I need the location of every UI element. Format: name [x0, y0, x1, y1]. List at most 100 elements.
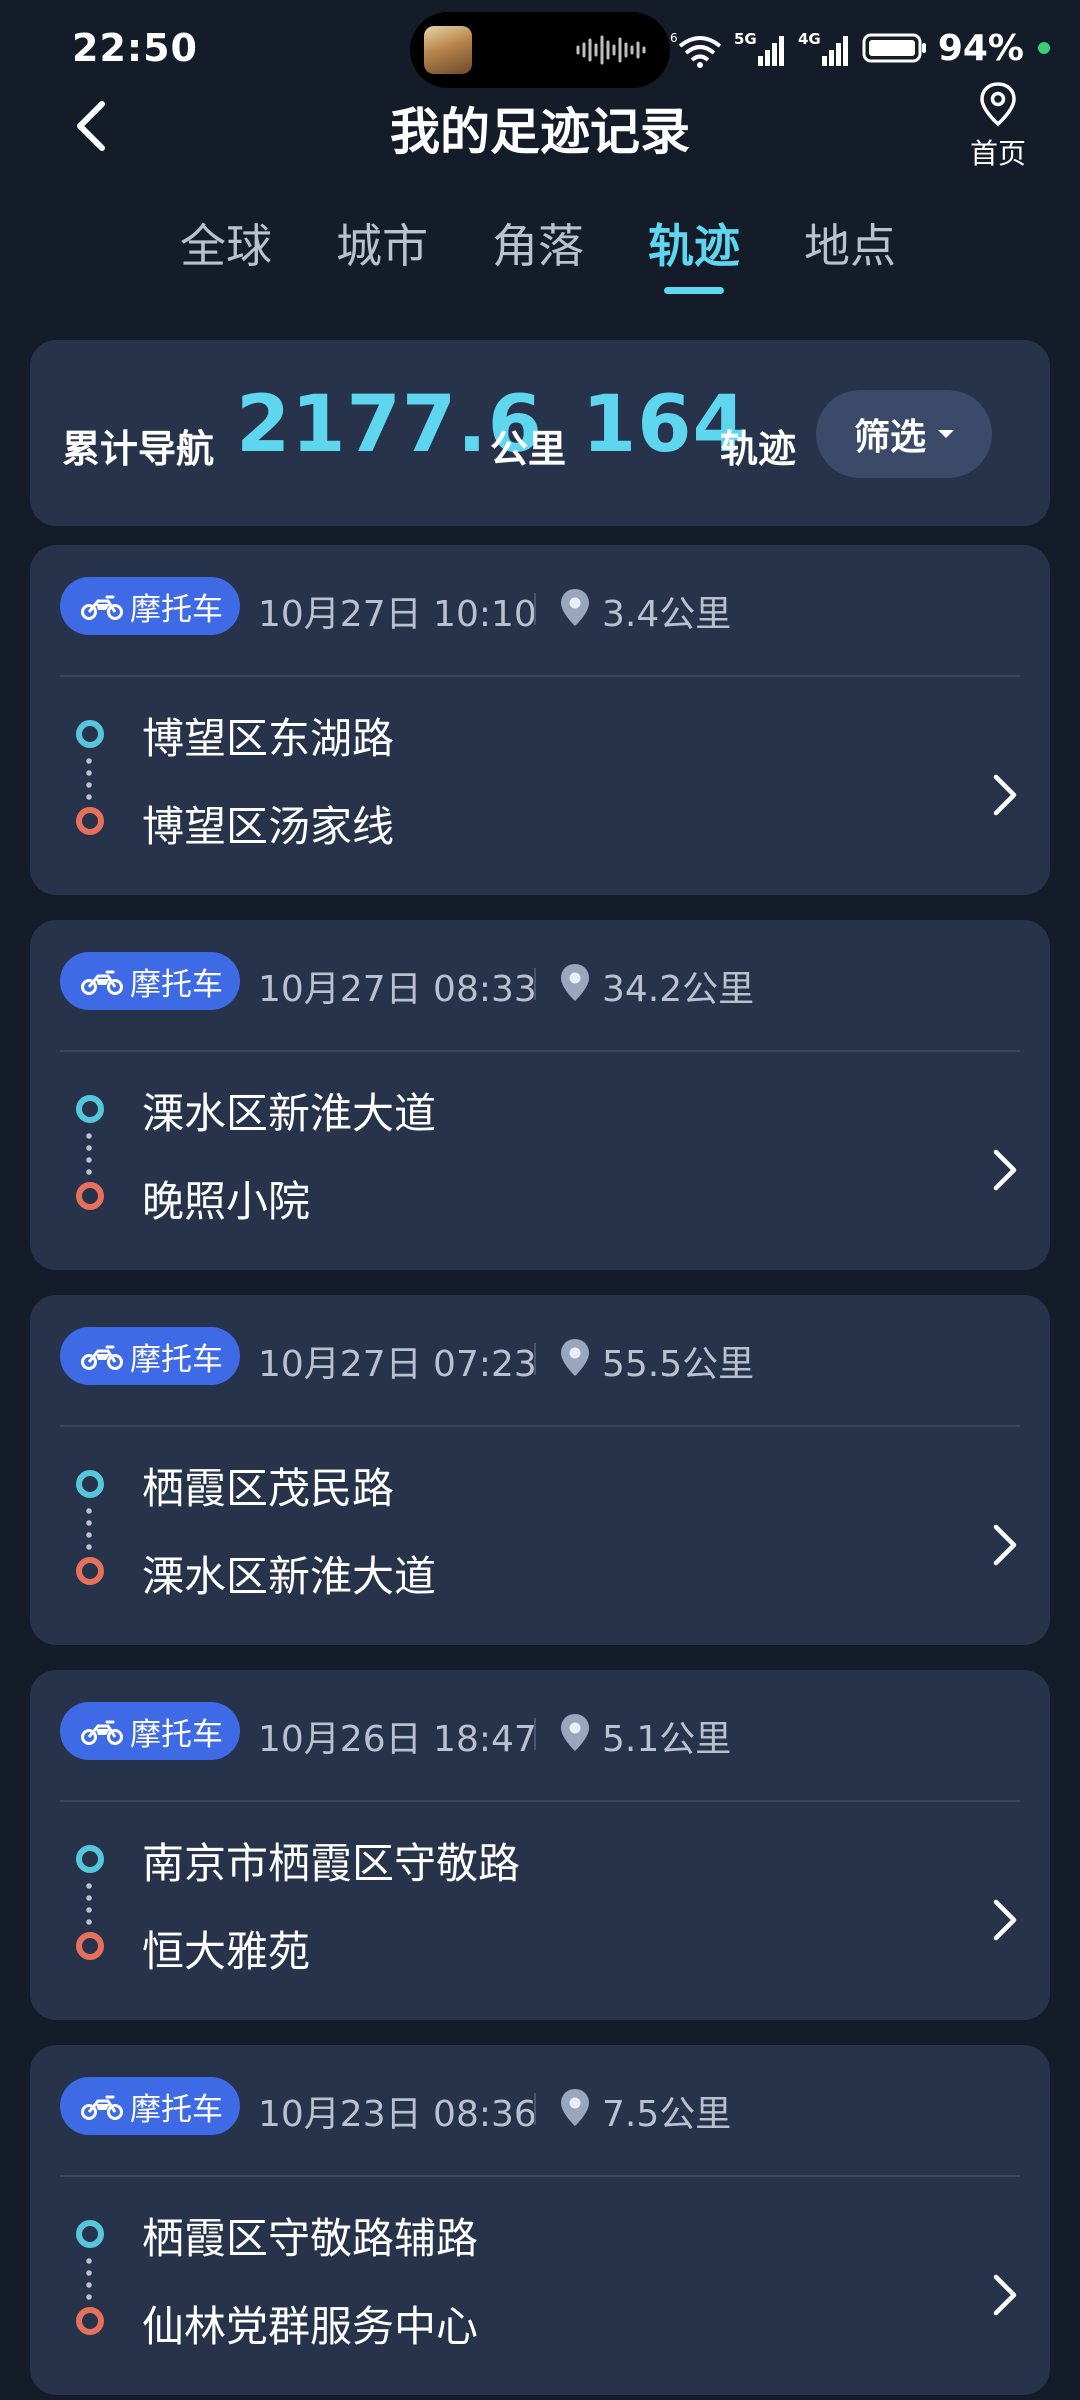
summary-label-nav: 累计导航: [62, 427, 215, 471]
mode-label: 摩托车: [130, 591, 223, 628]
chevron-right-icon[interactable]: [990, 1148, 1020, 1192]
battery-icon: [862, 33, 926, 63]
motorcycle-icon: [81, 970, 123, 995]
trip-time: 10月27日 10:10: [258, 594, 537, 635]
tab-city[interactable]: 城市: [336, 210, 428, 276]
wifi-icon: 6: [670, 31, 722, 68]
mode-label: 摩托车: [130, 1341, 223, 1378]
signal-4g-icon: 4G: [798, 30, 848, 66]
chevron-right-icon[interactable]: [990, 1898, 1020, 1942]
motorcycle-icon: [81, 595, 123, 620]
trip-distance: 3.4公里: [602, 594, 732, 635]
mode-badge: 摩托车: [60, 2077, 240, 2135]
distance-pin-icon: [561, 589, 589, 626]
chevron-right-icon[interactable]: [990, 2273, 1020, 2317]
trip-time: 10月27日 07:23: [258, 1344, 537, 1385]
home-button[interactable]: 首页: [948, 80, 1048, 172]
tab-bar: 全球 城市 角落 轨迹 地点: [150, 210, 930, 294]
tab-track[interactable]: 轨迹: [648, 210, 740, 294]
trip-distance: 7.5公里: [602, 2094, 732, 2135]
page-title: 我的足迹记录: [390, 103, 690, 161]
start-point-icon: [76, 720, 104, 748]
distance-pin-icon: [561, 1714, 589, 1751]
location-pin-icon: [980, 82, 1016, 127]
mode-label: 摩托车: [130, 966, 223, 1003]
distance-pin-icon: [561, 2089, 589, 2126]
mode-label: 摩托车: [130, 1716, 223, 1753]
tab-track-label: 轨迹: [648, 219, 740, 273]
end-point-icon: [76, 1932, 104, 1960]
end-point-icon: [76, 1182, 104, 1210]
active-tab-indicator: [664, 287, 724, 294]
distance-pin-icon: [561, 1339, 589, 1376]
end-point-icon: [76, 807, 104, 835]
battery-percent: 94%: [937, 27, 1024, 69]
media-thumbnail: [424, 26, 472, 74]
trip-card[interactable]: 摩托车 10月23日 08:36 7.5公里 栖霞区守敬路辅路 仙林党群服务中心: [30, 2045, 1050, 2395]
card-divider: [60, 1800, 1020, 1802]
meta-separator: [534, 968, 536, 1000]
trip-start: 博望区东湖路: [142, 714, 395, 763]
card-divider: [60, 1050, 1020, 1052]
trip-card[interactable]: 摩托车 10月27日 10:10 3.4公里 博望区东湖路 博望区汤家线: [30, 545, 1050, 895]
summary-card: 累计导航 2177.6 公里 164 轨迹 筛选: [30, 340, 1050, 526]
meta-separator: [534, 593, 536, 625]
chevron-right-icon[interactable]: [990, 773, 1020, 817]
trip-start: 栖霞区守敬路辅路: [142, 2214, 479, 2263]
dynamic-island[interactable]: [410, 12, 670, 88]
route-connector: [86, 2255, 92, 2303]
trip-distance: 5.1公里: [602, 1719, 732, 1760]
motorcycle-icon: [81, 1345, 123, 1370]
dropdown-caret-icon: [938, 430, 954, 438]
start-point-icon: [76, 1095, 104, 1123]
trip-card[interactable]: 摩托车 10月27日 07:23 55.5公里 栖霞区茂民路 溧水区新淮大道: [30, 1295, 1050, 1645]
summary-unit-track: 轨迹: [720, 427, 797, 471]
end-point-icon: [76, 2307, 104, 2335]
summary-unit-km: 公里: [490, 427, 567, 471]
route-connector: [86, 1130, 92, 1178]
trip-start: 溧水区新淮大道: [142, 1089, 437, 1138]
status-time: 22:50: [72, 26, 198, 70]
trip-end: 博望区汤家线: [142, 802, 395, 851]
filter-button[interactable]: 筛选: [816, 390, 992, 478]
trip-end: 仙林党群服务中心: [142, 2302, 479, 2351]
trip-end: 溧水区新淮大道: [142, 1552, 437, 1601]
card-divider: [60, 1425, 1020, 1427]
audio-wave-icon: [576, 35, 646, 65]
distance-pin-icon: [561, 964, 589, 1001]
svg-text:5G: 5G: [734, 30, 757, 48]
mode-badge: 摩托车: [60, 1702, 240, 1760]
meta-separator: [534, 2093, 536, 2125]
route-connector: [86, 1505, 92, 1553]
trip-end: 恒大雅苑: [142, 1927, 311, 1976]
chevron-right-icon[interactable]: [990, 1523, 1020, 1567]
card-divider: [60, 2175, 1020, 2177]
home-label: 首页: [969, 137, 1026, 170]
tab-corner[interactable]: 角落: [492, 210, 584, 276]
route-connector: [86, 755, 92, 803]
filter-label: 筛选: [853, 417, 926, 458]
motorcycle-icon: [81, 1720, 123, 1745]
mode-label: 摩托车: [130, 2091, 223, 2128]
start-point-icon: [76, 2220, 104, 2248]
meta-separator: [534, 1343, 536, 1375]
mode-badge: 摩托车: [60, 577, 240, 635]
card-divider: [60, 675, 1020, 677]
status-bar: 22:50 6 5G 4G 94%: [0, 0, 1080, 100]
trip-distance: 34.2公里: [602, 969, 755, 1010]
trip-card[interactable]: 摩托车 10月27日 08:33 34.2公里 溧水区新淮大道 晚照小院: [30, 920, 1050, 1270]
trip-time: 10月26日 18:47: [258, 1719, 537, 1760]
tab-place[interactable]: 地点: [804, 210, 896, 276]
route-connector: [86, 1880, 92, 1928]
status-icons: 6 5G 4G 94%: [670, 26, 1050, 70]
mode-badge: 摩托车: [60, 1327, 240, 1385]
trip-card[interactable]: 摩托车 10月26日 18:47 5.1公里 南京市栖霞区守敬路 恒大雅苑: [30, 1670, 1050, 2020]
svg-text:4G: 4G: [798, 30, 821, 48]
signal-5g-icon: 5G: [734, 30, 784, 66]
meta-separator: [534, 1718, 536, 1750]
trip-end: 晚照小院: [142, 1177, 311, 1226]
tab-global[interactable]: 全球: [180, 210, 272, 276]
trip-time: 10月27日 08:33: [258, 969, 537, 1010]
trip-start: 栖霞区茂民路: [142, 1464, 395, 1513]
privacy-indicator: [1038, 42, 1050, 54]
